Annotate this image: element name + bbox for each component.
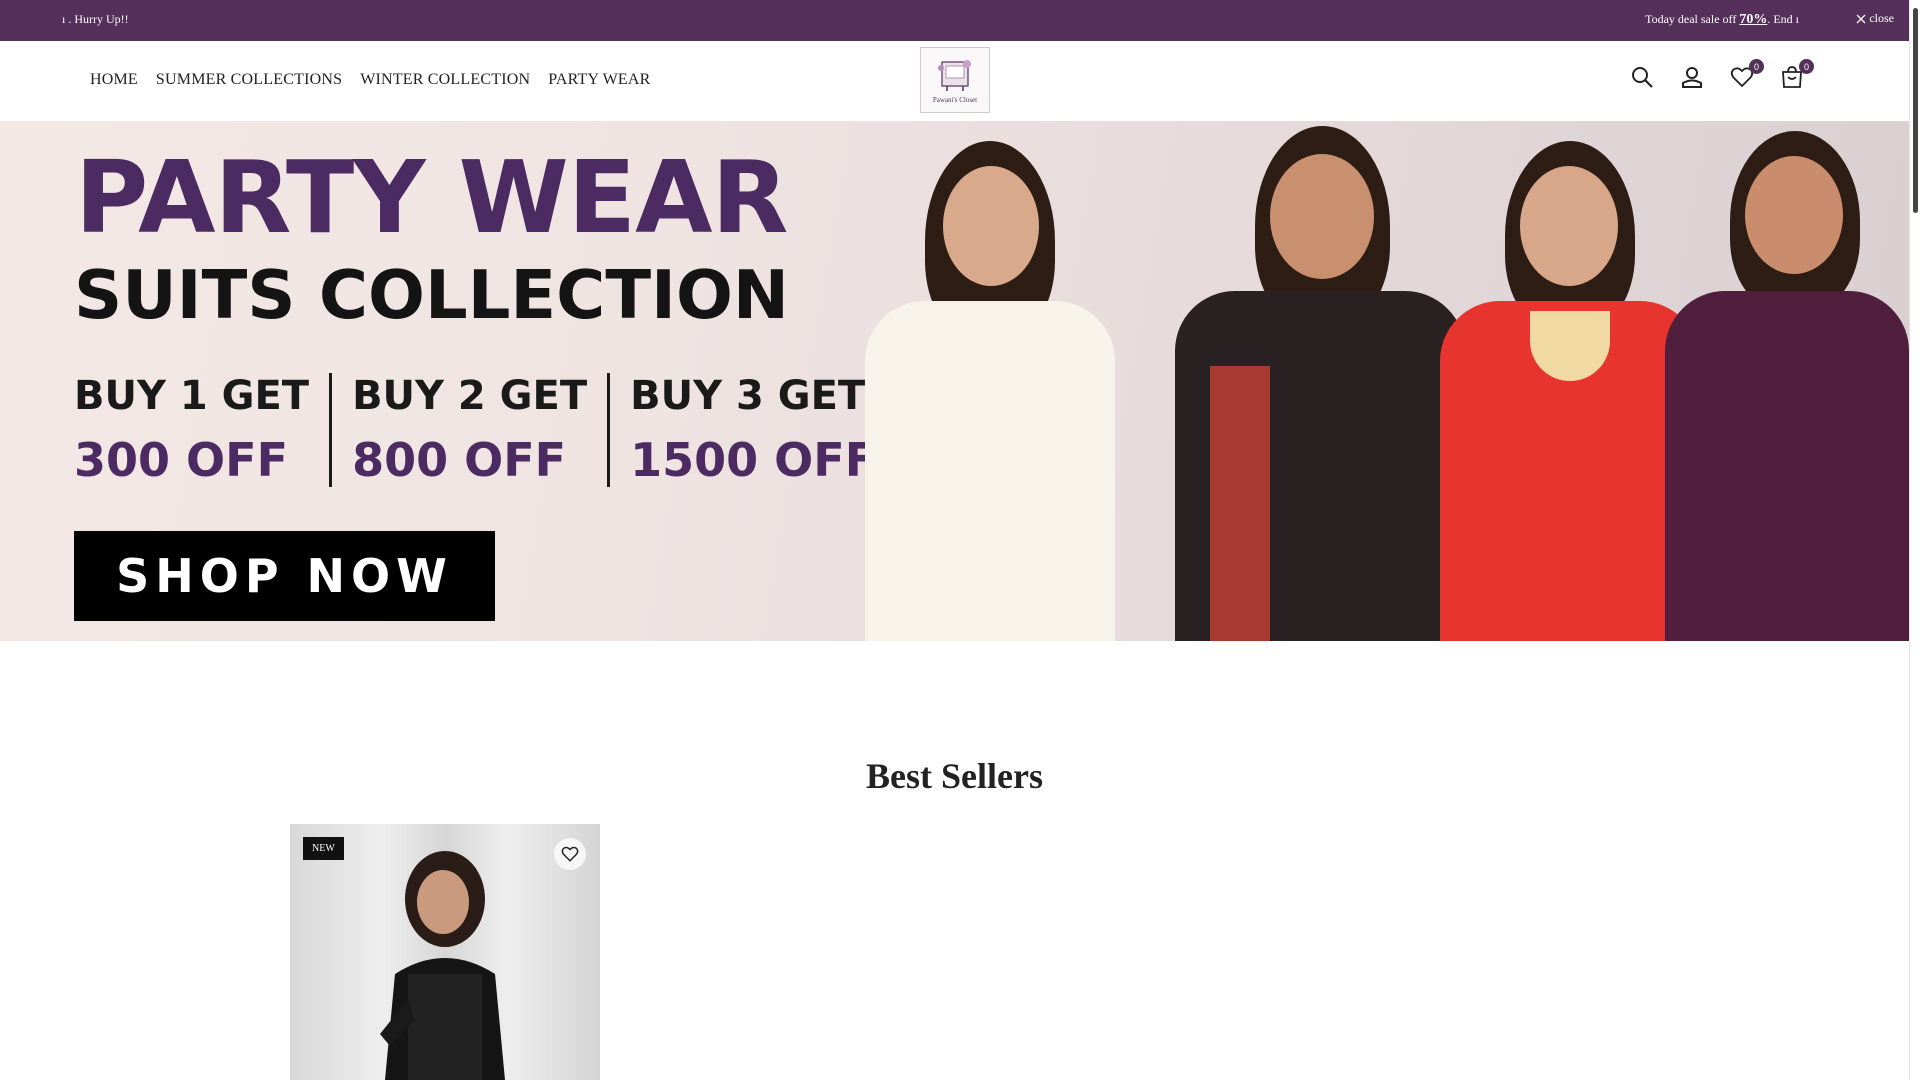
close-label: close — [1869, 11, 1894, 25]
announcement-right-text: Today deal sale off 70%. End ı — [1645, 12, 1799, 28]
product-card[interactable]: NEW — [290, 824, 600, 1080]
product-wishlist-button[interactable] — [554, 838, 586, 870]
close-icon — [1856, 14, 1866, 23]
deal-text: Today deal sale off — [1645, 12, 1737, 26]
hero-headline: PARTY WEAR — [75, 139, 788, 256]
new-badge: NEW — [303, 837, 344, 860]
model-photo-4 — [1640, 131, 1909, 641]
logo-mark-icon — [938, 60, 971, 91]
nav-item-winter-collection[interactable]: WINTER COLLECTION — [360, 71, 530, 89]
offer-discount: 300 OFF — [74, 433, 288, 487]
hero-subheadline: SUITS COLLECTION — [74, 256, 789, 334]
offer-condition: BUY 2 GET — [352, 373, 588, 419]
logo-caption: Pawani's Closet — [932, 96, 978, 104]
announcement-left-text: ı . Hurry Up!! — [62, 12, 129, 26]
announcement-close-button[interactable]: close — [1856, 11, 1894, 26]
nav-item-summer-collections[interactable]: SUMMER COLLECTIONS — [156, 71, 342, 89]
shop-now-button[interactable]: SHOP NOW — [74, 531, 495, 621]
wishlist-count-badge: 0 — [1749, 59, 1764, 74]
store-logo[interactable]: Pawani's Closet — [920, 47, 990, 113]
hero-banner[interactable]: PARTY WEAR SUITS COLLECTION BUY 1 GET 30… — [0, 121, 1909, 641]
nav-item-home[interactable]: HOME — [90, 71, 138, 89]
heart-icon — [561, 846, 579, 862]
site-header: HOME SUMMER COLLECTIONS WINTER COLLECTIO… — [0, 41, 1909, 121]
hero-offers: BUY 1 GET 300 OFF BUY 2 GET 800 OFF BUY … — [74, 373, 916, 487]
header-icons: 0 0 — [1630, 59, 1814, 91]
search-button[interactable] — [1630, 65, 1654, 91]
page-scrollbar[interactable] — [1909, 0, 1920, 1080]
offer-item: BUY 1 GET 300 OFF — [74, 373, 333, 487]
offer-item: BUY 2 GET 800 OFF — [352, 373, 611, 487]
best-sellers-title: Best Sellers — [866, 756, 1043, 796]
cart-count-badge: 0 — [1799, 59, 1814, 74]
search-icon — [1632, 67, 1653, 88]
account-button[interactable] — [1680, 65, 1704, 91]
scrollbar-thumb[interactable] — [1913, 8, 1918, 213]
deal-percent: 70% — [1739, 12, 1768, 27]
model-photo-1 — [835, 141, 1135, 641]
main-nav: HOME SUMMER COLLECTIONS WINTER COLLECTIO… — [90, 71, 651, 89]
offer-discount: 800 OFF — [352, 433, 567, 487]
deal-suffix: . End ı — [1767, 12, 1799, 26]
offer-condition: BUY 1 GET — [74, 373, 310, 419]
wishlist-button[interactable]: 0 — [1730, 59, 1764, 91]
nav-item-party-wear[interactable]: PARTY WEAR — [548, 71, 650, 89]
cart-button[interactable]: 0 — [1780, 59, 1814, 91]
product-image — [380, 851, 505, 1080]
announcement-bar: ı . Hurry Up!! Today deal sale off 70%. … — [0, 0, 1909, 41]
user-icon — [1682, 67, 1702, 88]
